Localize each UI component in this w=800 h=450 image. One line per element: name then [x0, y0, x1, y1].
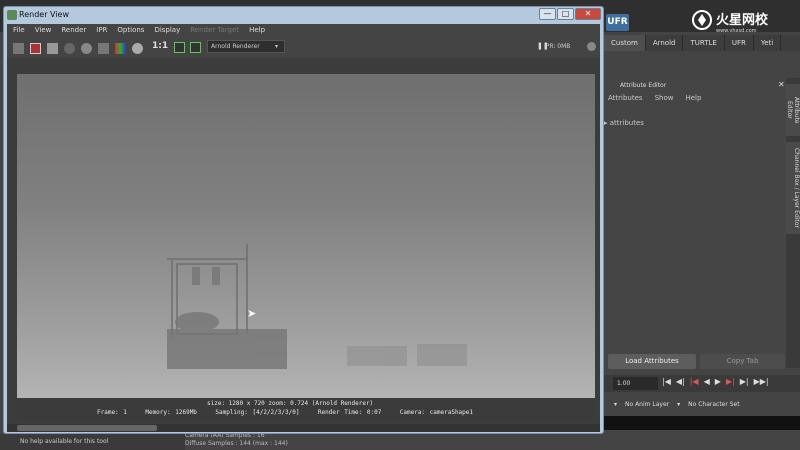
- menu-render[interactable]: Render: [61, 26, 86, 38]
- watermark-logo: 火星网校 www.vhxsd.com: [688, 8, 800, 34]
- go-to-end-icon[interactable]: ▶▶|: [754, 377, 769, 386]
- step-back-key-icon[interactable]: ◀|: [676, 377, 685, 386]
- remove-image-icon[interactable]: [190, 42, 201, 53]
- attr-menu-help[interactable]: Help: [685, 94, 701, 102]
- menu-help[interactable]: Help: [249, 26, 265, 38]
- render-view-window: Render View — □ ✕ File View Render IPR O…: [3, 6, 604, 434]
- status-size-line: size: 1280 x 720 zoom: 0.724 (Arnold Ren…: [207, 400, 374, 407]
- snapshot-icon[interactable]: [47, 42, 58, 54]
- go-to-start-icon[interactable]: |◀: [662, 377, 671, 386]
- mouse-cursor-icon: ➤: [247, 307, 257, 320]
- menu-render-target[interactable]: Render Target: [190, 26, 239, 38]
- logo-url: www.vhxsd.com: [716, 28, 757, 34]
- menu-ipr[interactable]: IPR: [96, 26, 107, 38]
- play-back-icon[interactable]: ◀: [704, 377, 710, 386]
- ipr-status-icon: [587, 42, 596, 51]
- refresh-icon[interactable]: [81, 42, 92, 54]
- script-output: Camera (AA) Samples : 16 Diffuse Samples…: [185, 432, 505, 448]
- anim-layer-dropdown-icon[interactable]: ▾: [614, 401, 617, 408]
- help-line: No help available for this tool: [0, 434, 185, 450]
- real-size-toggle[interactable]: 1:1: [152, 41, 168, 51]
- attributes-row-label: attributes: [609, 119, 644, 127]
- close-icon[interactable]: ✕: [778, 80, 785, 89]
- copy-tab-button[interactable]: Copy Tab: [700, 354, 785, 369]
- step-forward-icon[interactable]: ▶|: [726, 377, 735, 386]
- attr-menu-show[interactable]: Show: [655, 94, 674, 102]
- attribute-editor-menu: Attributes Show Help: [608, 94, 701, 102]
- console-line-2: Diffuse Samples : 144 (max : 144): [185, 440, 288, 447]
- minimize-button[interactable]: —: [539, 8, 556, 20]
- step-forward-key-icon[interactable]: ▶|: [740, 377, 749, 386]
- options-icon[interactable]: [98, 42, 109, 54]
- rgb-icon[interactable]: [115, 42, 126, 54]
- render-image[interactable]: [17, 74, 595, 399]
- menu-options[interactable]: Options: [117, 26, 144, 38]
- ipr-memory-label: IPR: 0MB: [544, 43, 571, 50]
- character-set-dropdown-icon[interactable]: ▾: [677, 401, 680, 408]
- current-frame-field[interactable]: 1.00: [613, 377, 658, 390]
- render-view-app-icon: [7, 10, 17, 20]
- step-back-icon[interactable]: |◀: [690, 377, 699, 386]
- render-region-icon[interactable]: [30, 42, 41, 54]
- keep-image-icon[interactable]: [174, 42, 185, 53]
- render-status-bar: size: 1280 x 720 zoom: 0.724 (Arnold Ren…: [17, 398, 595, 420]
- ipr-icon[interactable]: [64, 42, 75, 54]
- tab-channel-box[interactable]: Channel Box / Layer Editor: [786, 142, 800, 234]
- load-attributes-button[interactable]: Load Attributes: [608, 354, 696, 369]
- menu-display[interactable]: Display: [154, 26, 180, 38]
- shelf-tabs: Custom Arnold TURTLE UFR Yeti: [604, 35, 800, 51]
- ufr-badge[interactable]: UFR: [606, 14, 629, 31]
- anim-layer-select[interactable]: No Anim Layer: [625, 401, 669, 408]
- render-view-client: File View Render IPR Options Display Ren…: [7, 24, 600, 432]
- shelf-tab-turtle[interactable]: TURTLE: [683, 35, 725, 51]
- logo-text: 火星网校: [716, 12, 769, 28]
- menu-file[interactable]: File: [13, 26, 25, 38]
- title-bar[interactable]: [4, 7, 603, 24]
- scrollbar-thumb[interactable]: [17, 425, 157, 431]
- attribute-editor-title: Attribute Editor: [620, 82, 667, 89]
- maximize-button[interactable]: □: [557, 8, 574, 20]
- alpha-icon[interactable]: [132, 42, 143, 54]
- play-forward-icon[interactable]: ▶: [715, 377, 721, 386]
- tab-attribute-editor[interactable]: Attribute Editor: [786, 84, 800, 136]
- renderer-select[interactable]: Arnold Renderer: [207, 40, 285, 53]
- render-view-toolbar: [7, 40, 600, 56]
- shelf-tab-yeti[interactable]: Yeti: [754, 35, 782, 51]
- render-view-menubar: File View Render IPR Options Display Ren…: [7, 26, 600, 38]
- playback-controls: |◀ ◀| |◀ ◀ ▶ ▶| ▶| ▶▶|: [662, 377, 769, 386]
- status-frame-line: Frame: 1 Memory: 1269Mb Sampling: [4/2/2…: [97, 409, 474, 416]
- depth-render: [167, 244, 467, 369]
- shelf-tab-custom[interactable]: Custom: [604, 35, 646, 51]
- shelf-tab-arnold[interactable]: Arnold: [646, 35, 684, 51]
- command-line[interactable]: [604, 416, 800, 430]
- render-icon[interactable]: [13, 42, 24, 54]
- attributes-row[interactable]: ▸ attributes: [604, 119, 644, 127]
- anim-layer-bar: ▾ No Anim Layer ▾ No Character Set: [604, 397, 800, 412]
- close-button[interactable]: ✕: [575, 8, 601, 20]
- menu-view[interactable]: View: [35, 26, 52, 38]
- chevron-down-icon[interactable]: ▾: [275, 43, 278, 50]
- window-title: Render View: [19, 10, 70, 19]
- attr-menu-attributes[interactable]: Attributes: [608, 94, 643, 102]
- shelf-tab-ufr[interactable]: UFR: [725, 35, 754, 51]
- character-set-select[interactable]: No Character Set: [688, 401, 739, 408]
